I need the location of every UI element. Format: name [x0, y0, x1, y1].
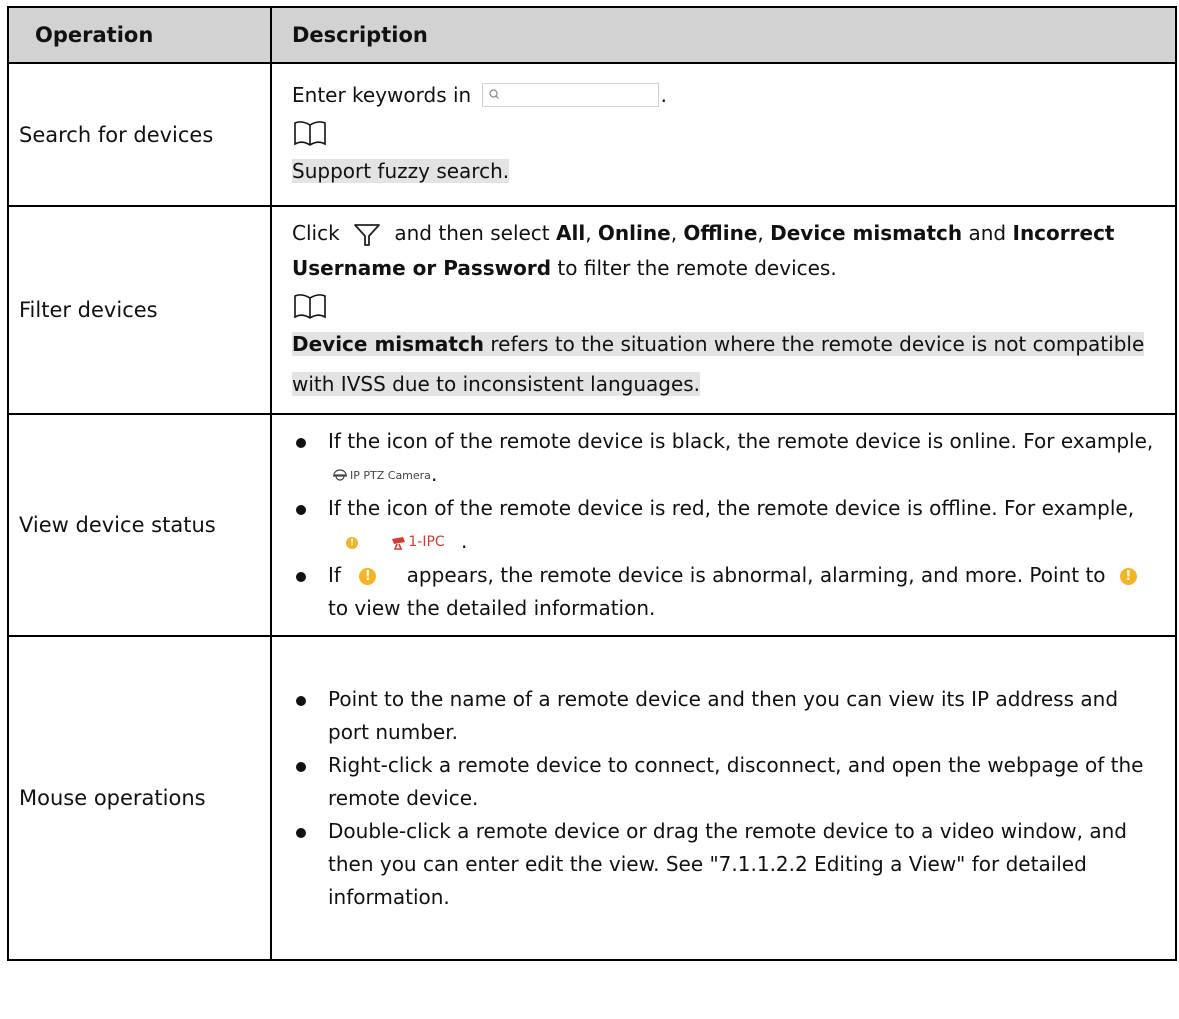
table-row: Filter devices Click and then select All…	[7, 205, 1177, 415]
operation-cell: View device status	[7, 413, 272, 637]
mouse-ops-list: Point to the name of a remote device and…	[292, 683, 1165, 914]
comma: ,	[670, 221, 678, 245]
description-cell: Enter keywords in . Support fuzzy search…	[270, 62, 1177, 207]
period: .	[430, 462, 438, 486]
ipc-camera-example: 1-IPC	[408, 534, 445, 550]
operations-table: Operation Description Search for devices…	[7, 6, 1177, 961]
comma: ,	[585, 221, 592, 245]
note-text: Device mismatch refers to the situation …	[292, 332, 1145, 396]
list-item-text: to view the detailed information.	[328, 596, 656, 620]
option-online: Online	[597, 221, 671, 245]
description-cell: If the icon of the remote device is blac…	[270, 413, 1177, 637]
status-list: If the icon of the remote device is blac…	[292, 425, 1165, 625]
book-note-icon	[294, 294, 326, 319]
list-item: Right-click a remote device to connect, …	[292, 749, 1165, 815]
header-operation: Operation	[7, 6, 272, 64]
search-input[interactable]	[481, 82, 659, 107]
table-row: View device status If the icon of the re…	[7, 413, 1177, 637]
book-note-icon	[294, 121, 326, 146]
description-cell: Click and then select All, Online, Offli…	[270, 205, 1177, 415]
table-header-row: Operation Description	[7, 6, 1177, 64]
filter-text-tail: to filter the remote devices.	[557, 256, 837, 280]
filter-text-click: Click	[292, 221, 340, 245]
filter-text-and: and	[968, 221, 1007, 245]
list-item-text: appears, the remote device is abnormal, …	[406, 563, 1106, 587]
list-item: If the icon of the remote device is blac…	[292, 425, 1165, 492]
note-bold-term: Device mismatch	[292, 332, 485, 356]
ipc-camera-icon	[392, 536, 406, 550]
operation-cell: Mouse operations	[7, 635, 272, 961]
comma: ,	[757, 221, 764, 245]
header-description: Description	[270, 6, 1177, 64]
description-cell: Point to the name of a remote device and…	[270, 635, 1177, 961]
table-row: Mouse operations Point to the name of a …	[7, 635, 1177, 961]
list-item: If ! appears, the remote device is abnor…	[292, 559, 1165, 625]
list-item-text: If	[328, 563, 341, 587]
operation-cell: Search for devices	[7, 62, 272, 207]
note-text: Support fuzzy search.	[292, 159, 510, 183]
search-instruction-text: Enter keywords in	[292, 83, 472, 107]
filter-funnel-icon	[354, 223, 380, 246]
period: .	[461, 529, 468, 553]
list-item: Double-click a remote device or drag the…	[292, 815, 1165, 914]
filter-instruction: Click and then select All, Online, Offli…	[292, 216, 1165, 286]
operation-cell: Filter devices	[7, 205, 272, 415]
ptz-camera-icon	[333, 468, 347, 481]
table-row: Search for devices Enter keywords in . S	[7, 62, 1177, 207]
ptz-camera-example: IP PTZ Camera	[350, 469, 431, 482]
filter-text-select: and then select	[394, 221, 550, 245]
list-item-text: If the icon of the remote device is red,…	[328, 496, 1135, 520]
option-device-mismatch: Device mismatch	[770, 221, 963, 245]
search-instruction-end: .	[660, 83, 667, 107]
warning-icon: !	[1119, 568, 1137, 585]
search-icon	[488, 88, 499, 99]
list-item: If the icon of the remote device is red,…	[292, 492, 1165, 559]
option-all: All	[556, 221, 586, 245]
warning-icon: !	[359, 568, 377, 585]
warning-icon: !	[346, 536, 358, 549]
list-item: Point to the name of a remote device and…	[292, 683, 1165, 749]
option-offline: Offline	[683, 221, 758, 245]
list-item-text: If the icon of the remote device is blac…	[328, 429, 1154, 453]
